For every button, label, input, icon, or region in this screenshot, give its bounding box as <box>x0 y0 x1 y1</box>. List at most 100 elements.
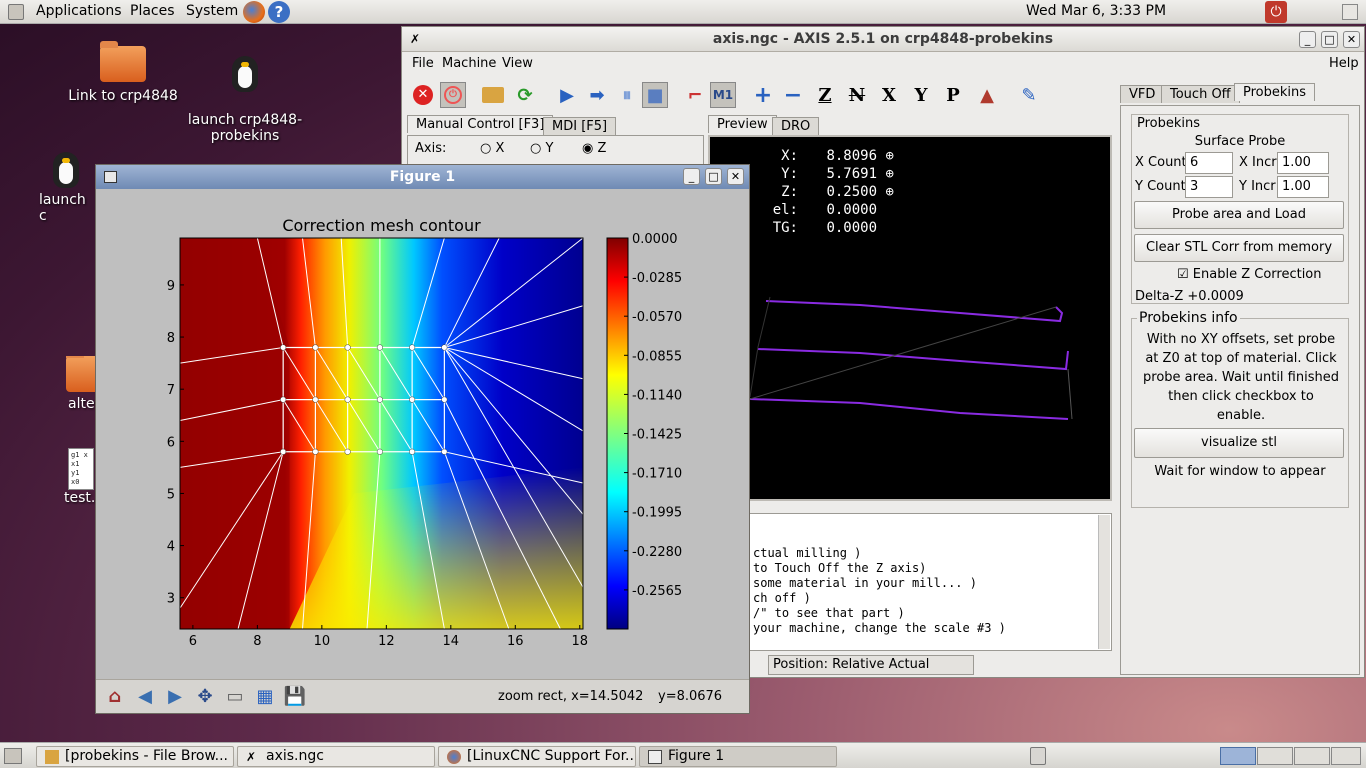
x-count-spinbox[interactable]: 6 <box>1185 152 1233 174</box>
cursor-y-coordinate: y=8.0676 <box>658 689 723 704</box>
menu-file[interactable]: File <box>412 56 434 71</box>
task-figure1[interactable]: Figure 1 <box>639 746 837 767</box>
menu-system[interactable]: System <box>186 3 238 19</box>
y-incr-spinbox[interactable]: 1.00 <box>1277 176 1329 198</box>
workspace-3[interactable] <box>1294 747 1330 765</box>
desktop-icon-launch-c[interactable]: launch c <box>36 148 96 224</box>
back-icon[interactable]: ◀ <box>132 683 158 709</box>
tux-icon <box>49 148 83 192</box>
reload-icon[interactable]: ⟳ <box>512 82 538 108</box>
minimize-button[interactable]: _ <box>683 168 700 185</box>
colorbar-tick-label: -0.0570 <box>632 310 682 325</box>
x-tick-label: 8 <box>253 634 261 649</box>
menu-view[interactable]: View <box>502 56 533 71</box>
run-icon[interactable]: ▶ <box>554 82 580 108</box>
figure-titlebar[interactable]: Figure 1 _ □ ✕ <box>96 165 749 189</box>
axis-label: Axis: <box>415 141 447 156</box>
power-toggle-button[interactable]: ⏻ <box>440 82 466 108</box>
help-icon[interactable]: ? <box>268 1 290 23</box>
zoom-out-icon[interactable]: − <box>780 82 806 108</box>
enable-z-checkbox[interactable]: ☑ Enable Z Correction <box>1177 267 1322 282</box>
estop-button[interactable]: ✕ <box>410 82 436 108</box>
desktop-icon-alte[interactable]: alte <box>62 356 96 412</box>
close-button[interactable]: ✕ <box>727 168 744 185</box>
view-z-icon[interactable]: Z <box>812 82 838 108</box>
optional-stop-icon[interactable]: M1 <box>710 82 736 108</box>
menu-help[interactable]: Help <box>1329 56 1359 71</box>
tab-touch-off[interactable]: Touch Off <box>1161 85 1240 103</box>
power-icon[interactable]: ⏻ <box>1265 1 1287 23</box>
radio-z[interactable]: ◉ Z <box>582 141 606 156</box>
toolpath-plot <box>749 296 1073 420</box>
tab-mdi[interactable]: MDI [F5] <box>543 117 617 135</box>
desktop-icon-link-crp4848[interactable]: Link to crp4848 <box>68 41 178 104</box>
forward-icon[interactable]: ▶ <box>162 683 188 709</box>
maximize-button[interactable]: □ <box>705 168 722 185</box>
pan-icon[interactable]: ✥ <box>192 683 218 709</box>
tab-manual-control[interactable]: Manual Control [F3] <box>407 115 554 133</box>
mesh-point <box>280 448 287 455</box>
save-icon[interactable]: 💾 <box>282 683 308 709</box>
trash-icon[interactable] <box>1030 747 1046 765</box>
preview-canvas[interactable]: X: 8.8096 ⊕ Y: 5.7691 ⊕ Z: 0.2500 ⊕ el: … <box>708 135 1112 501</box>
clear-stl-button[interactable]: Clear STL Corr from memory <box>1134 234 1344 262</box>
show-desktop-icon[interactable] <box>4 748 22 764</box>
open-file-icon[interactable] <box>480 82 506 108</box>
gcode-listing[interactable]: ctual milling ) to Touch Off the Z axis) s… <box>708 513 1112 651</box>
y-tick-label: 4 <box>167 540 175 555</box>
visualize-stl-button[interactable]: visualize stl <box>1134 428 1344 458</box>
x-incr-spinbox[interactable]: 1.00 <box>1277 152 1329 174</box>
menu-machine[interactable]: Machine <box>442 56 496 71</box>
probe-area-button[interactable]: Probe area and Load <box>1134 201 1344 229</box>
radio-x[interactable]: ○ X <box>480 141 504 156</box>
minimize-button[interactable]: _ <box>1299 31 1316 48</box>
tab-probekins[interactable]: Probekins <box>1234 83 1316 101</box>
mesh-point <box>344 396 351 403</box>
subplots-icon[interactable]: ▦ <box>252 683 278 709</box>
close-button[interactable]: ✕ <box>1343 31 1360 48</box>
tux-icon <box>228 52 262 96</box>
figure-canvas[interactable]: Correction mesh contour 6 8 10 12 14 16 18 3 4 5 6 7… <box>96 189 749 679</box>
tab-vfd[interactable]: VFD <box>1120 85 1165 103</box>
workspace-2[interactable] <box>1257 747 1293 765</box>
window-menu-icon[interactable] <box>104 171 117 183</box>
update-icon[interactable] <box>1342 4 1358 20</box>
x-tick-label: 18 <box>572 634 589 649</box>
window-icon <box>648 750 662 764</box>
maximize-button[interactable]: □ <box>1321 31 1338 48</box>
y-count-spinbox[interactable]: 3 <box>1185 176 1233 198</box>
tab-dro[interactable]: DRO <box>772 117 820 135</box>
tab-preview[interactable]: Preview <box>708 115 777 133</box>
desktop-icon-test[interactable]: g1 xx1y1x0 test.n <box>60 448 96 506</box>
firefox-icon[interactable] <box>243 1 265 23</box>
x-tick-label: 10 <box>314 634 331 649</box>
taskbar: [probekins - File Brow... ✗ axis.ngc [Lin… <box>0 742 1366 768</box>
zoom-in-icon[interactable]: + <box>750 82 776 108</box>
workspace-1[interactable] <box>1220 747 1256 765</box>
task-firefox[interactable]: [LinuxCNC Support For... <box>438 746 636 767</box>
block-delete-icon[interactable]: ⌐ <box>682 82 708 108</box>
zoom-rect-icon[interactable]: ▭ <box>222 683 248 709</box>
radio-y[interactable]: ○ Y <box>530 141 553 156</box>
desktop-icon-launch-probekins[interactable]: launch crp4848- probekins <box>185 36 305 160</box>
clock[interactable]: Wed Mar 6, 3:33 PM <box>1026 3 1166 19</box>
pause-icon[interactable]: ⏸ <box>614 82 640 108</box>
view-x-icon[interactable]: X <box>876 82 902 108</box>
cursor-coordinates: zoom rect, x=14.5042 <box>498 689 644 704</box>
clear-plot-icon[interactable]: ✎ <box>1016 82 1042 108</box>
workspace-4[interactable] <box>1331 747 1361 765</box>
step-icon[interactable]: ➡ <box>584 82 610 108</box>
task-file-browser[interactable]: [probekins - File Brow... <box>36 746 234 767</box>
view-y-icon[interactable]: Y <box>908 82 934 108</box>
menu-applications[interactable]: Applications <box>36 3 122 19</box>
axis-titlebar[interactable]: ✗ axis.ngc - AXIS 2.5.1 on crp4848-probe… <box>402 27 1364 52</box>
view-p-icon[interactable]: P <box>940 82 966 108</box>
home-icon[interactable]: ⌂ <box>102 683 128 709</box>
task-axis[interactable]: ✗ axis.ngc <box>237 746 435 767</box>
stop-icon[interactable]: ■ <box>642 82 668 108</box>
view-z-rotated-icon[interactable]: N <box>844 82 870 108</box>
rotate-icon[interactable]: ▲ <box>974 82 1000 108</box>
gcode-scrollbar[interactable] <box>1098 515 1110 649</box>
menu-places[interactable]: Places <box>130 3 175 19</box>
applications-icon[interactable] <box>8 4 24 20</box>
